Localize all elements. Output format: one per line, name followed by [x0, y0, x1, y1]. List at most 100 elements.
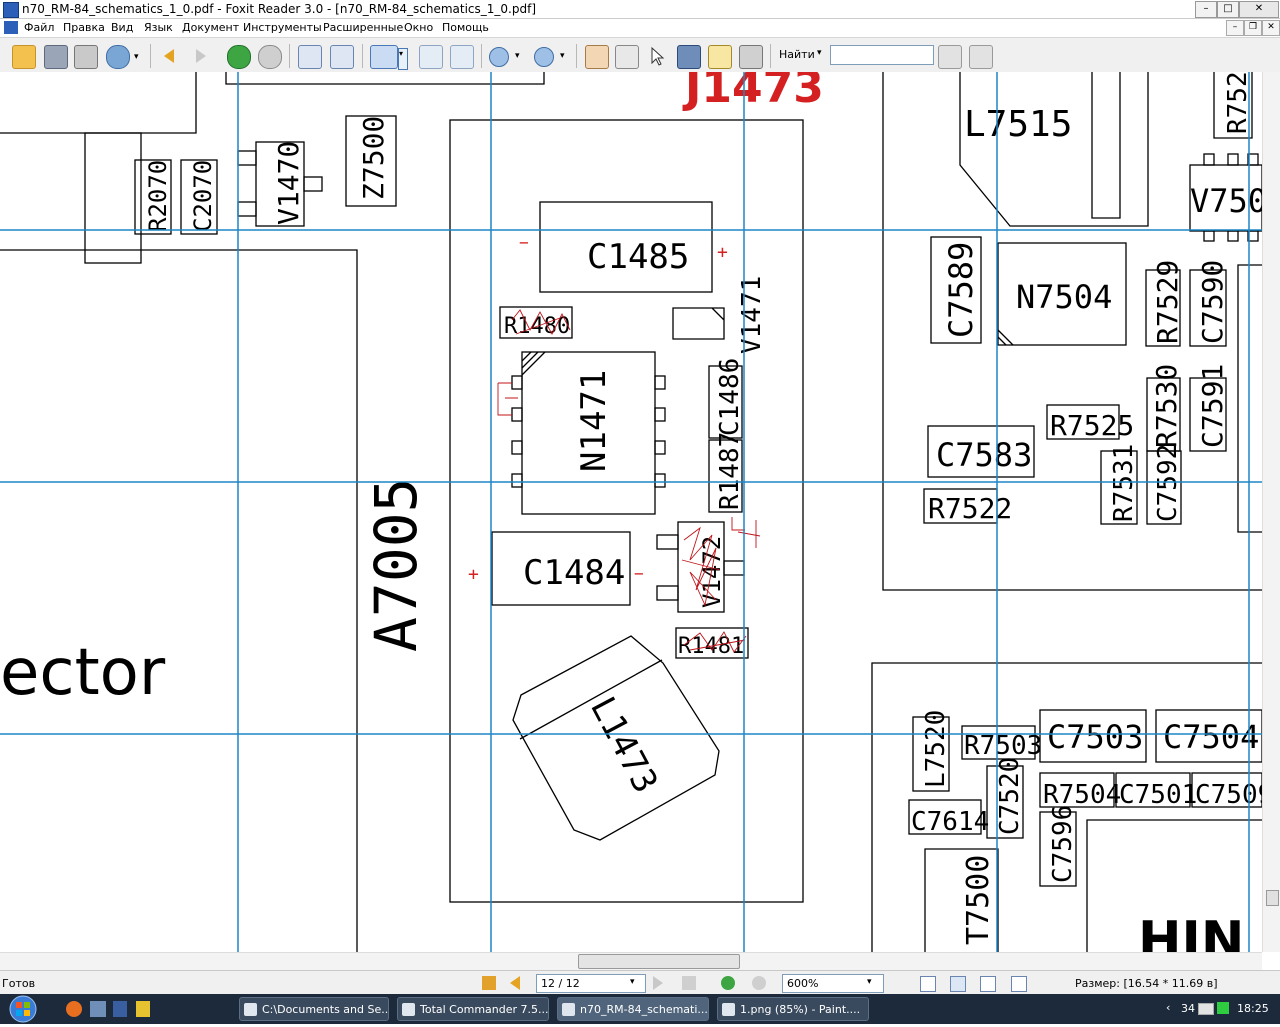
zoom-tool-dropdown-icon[interactable]: ▾ [398, 48, 408, 70]
zoom-in-tool-icon[interactable] [370, 45, 398, 69]
globe-dropdown-icon[interactable]: ▾ [134, 52, 139, 62]
label-r7522: R7522 [928, 492, 1012, 525]
horizontal-scroll-thumb[interactable] [578, 954, 740, 969]
last-page-icon[interactable] [682, 976, 696, 990]
toolbar: ▾ ▾ ▾ ▾ Найти ▾ [0, 38, 1280, 73]
show-desktop-icon[interactable] [90, 1001, 106, 1017]
document-icon[interactable] [4, 21, 18, 34]
facing-view-icon[interactable] [980, 976, 996, 992]
zoom-out-icon[interactable] [489, 47, 509, 67]
previous-page-icon[interactable] [510, 976, 520, 990]
hand-tool-icon[interactable] [585, 45, 609, 69]
save-icon[interactable] [44, 45, 68, 69]
menu-bar: Файл Правка Вид Язык Документ Инструмент… [0, 19, 1280, 38]
label-c1484: C1484 [523, 553, 625, 593]
rotate-left-icon[interactable] [298, 45, 322, 69]
find-binoculars-icon[interactable] [677, 45, 701, 69]
single-page-view-icon[interactable] [920, 976, 936, 992]
task-paint[interactable]: 1.png (85%) - Paint.... [717, 997, 869, 1021]
next-page-icon[interactable] [196, 49, 206, 63]
label-c7589: C7589 [942, 242, 980, 338]
board-outline [0, 72, 197, 134]
previous-page-icon[interactable] [164, 49, 174, 63]
toolbar-separator [770, 44, 771, 68]
folder-icon [244, 1003, 257, 1016]
zoom-in-icon[interactable] [534, 47, 554, 67]
open-folder-icon[interactable] [12, 45, 36, 69]
task-total-commander[interactable]: Total Commander 7.5... [397, 997, 549, 1021]
zoom-dropdown-icon[interactable]: ▾ [867, 977, 872, 987]
task-foxit-reader[interactable]: n70_RM-84_schemati... [557, 997, 709, 1021]
label-r7530: R7530 [1150, 364, 1183, 448]
label-c1486: C1486 [715, 358, 745, 436]
toolbar-separator [362, 44, 363, 68]
menu-file[interactable]: Файл [24, 21, 54, 34]
back-icon[interactable] [227, 45, 251, 69]
continuous-view-icon[interactable] [950, 976, 966, 992]
menu-tools[interactable]: Инструменты [243, 21, 322, 34]
language-flag-icon[interactable] [1198, 1003, 1214, 1015]
pin1-marker [521, 351, 546, 376]
text-select-icon[interactable] [708, 45, 732, 69]
camera-icon[interactable] [739, 45, 763, 69]
menu-help[interactable]: Помощь [442, 21, 489, 34]
zoom-out-dropdown-icon[interactable]: ▾ [515, 51, 520, 61]
tray-expand-icon[interactable]: ‹ [1166, 1001, 1170, 1014]
forward-icon[interactable] [258, 45, 282, 69]
board-outline [0, 249, 358, 952]
next-page-icon[interactable] [653, 976, 663, 990]
document-view[interactable]: J1473 L7515 R752 V750 R2070 C2070 V1470 … [0, 72, 1262, 952]
menu-language[interactable]: Язык [144, 21, 173, 34]
label-n7504: N7504 [1016, 278, 1112, 316]
print-icon[interactable] [74, 45, 98, 69]
back-icon[interactable] [721, 976, 735, 990]
toolbar-separator [289, 44, 290, 68]
zoom-in-dropdown-icon[interactable]: ▾ [560, 51, 565, 61]
menu-document[interactable]: Документ [182, 21, 239, 34]
vertical-scroll-thumb[interactable] [1266, 890, 1279, 906]
start-button[interactable] [2, 994, 44, 1024]
paint-icon [722, 1003, 735, 1016]
task-explorer[interactable]: C:\Documents and Se... [239, 997, 389, 1021]
menu-window[interactable]: Окно [404, 21, 433, 34]
label-v1471: V1471 [737, 276, 767, 354]
mdi-close-button[interactable]: ✕ [1262, 20, 1280, 36]
fit-page-icon[interactable] [419, 45, 443, 69]
clock[interactable]: 18:25 [1237, 1002, 1269, 1015]
rotate-right-icon[interactable] [330, 45, 354, 69]
find-next-icon[interactable] [969, 45, 993, 69]
continuous-facing-view-icon[interactable] [1011, 976, 1027, 992]
menu-edit[interactable]: Правка [63, 21, 105, 34]
toolbar-separator [150, 44, 151, 68]
polarity-minus: − [634, 564, 644, 583]
fit-width-icon[interactable] [450, 45, 474, 69]
menu-advanced[interactable]: Расширенные [323, 21, 403, 34]
close-button[interactable]: ✕ [1239, 1, 1279, 18]
foxit-icon [562, 1003, 575, 1016]
label-r1487: R1487 [715, 432, 745, 510]
minimize-button[interactable]: – [1195, 1, 1217, 18]
tray-status-icon[interactable] [1217, 1002, 1229, 1014]
forward-icon[interactable] [752, 976, 766, 990]
first-page-icon[interactable] [482, 976, 496, 990]
schematic-page: J1473 L7515 R752 V750 R2070 C2070 V1470 … [0, 72, 1262, 952]
find-input[interactable] [830, 45, 934, 65]
component-v1471 [672, 307, 725, 340]
quicklaunch-app-icon[interactable] [136, 1001, 150, 1017]
find-options-dropdown-icon[interactable]: ▾ [817, 48, 822, 58]
mdi-minimize-button[interactable]: – [1226, 20, 1244, 36]
status-ready: Готов [2, 977, 36, 990]
toolbar-separator [576, 44, 577, 68]
page-dropdown-icon[interactable]: ▾ [630, 977, 635, 987]
maximize-button[interactable]: □ [1217, 1, 1239, 18]
snapshot-select-icon[interactable] [615, 45, 639, 69]
quicklaunch-save-icon[interactable] [113, 1001, 127, 1017]
select-arrow-icon[interactable] [646, 45, 668, 67]
vertical-scrollbar[interactable] [1262, 72, 1280, 952]
globe-icon[interactable] [106, 45, 130, 69]
find-previous-icon[interactable] [938, 45, 962, 69]
mdi-restore-button[interactable]: ❐ [1244, 20, 1262, 36]
menu-view[interactable]: Вид [111, 21, 133, 34]
label-l7515: L7515 [964, 104, 1072, 145]
firefox-icon[interactable] [66, 1001, 82, 1017]
